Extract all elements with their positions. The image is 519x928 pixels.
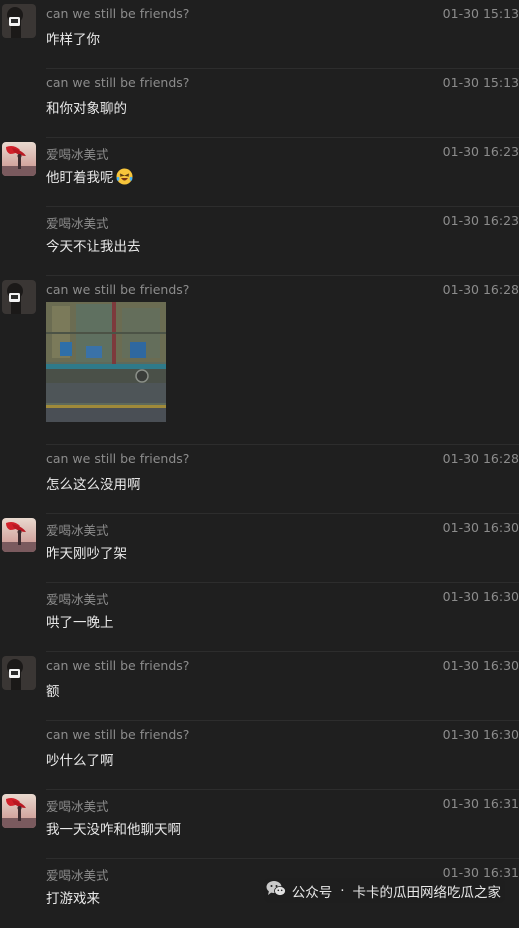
message-item: can we still be friends? 01-30 16:28 怎么这…	[0, 445, 519, 514]
message-item: 爱喝冰美式 01-30 16:23 他盯着我呢	[0, 138, 519, 207]
message-time: 01-30 16:30	[442, 589, 519, 604]
sender-name: 爱喝冰美式	[46, 592, 109, 607]
message-text[interactable]: 咋样了你	[46, 28, 100, 48]
message-item: can we still be friends? 01-30 16:30 额	[0, 652, 519, 721]
message-time: 01-30 16:28	[442, 451, 519, 466]
message-text[interactable]: 额	[46, 680, 60, 700]
sender-name: 爱喝冰美式	[46, 216, 109, 231]
message-item: 爱喝冰美式 01-30 16:23 今天不让我出去	[0, 207, 519, 276]
message-text[interactable]: 打游戏来	[46, 887, 100, 907]
avatar[interactable]	[2, 656, 36, 690]
message-time: 01-30 16:28	[442, 282, 519, 297]
message-text-content: 吵什么了啊	[46, 753, 114, 769]
message-time: 01-30 16:31	[442, 796, 519, 811]
sender-name: can we still be friends?	[46, 451, 190, 466]
message-item: 爱喝冰美式 01-30 16:30 昨天刚吵了架	[0, 514, 519, 583]
message-text-content: 打游戏来	[46, 891, 100, 907]
sender-name: 爱喝冰美式	[46, 868, 109, 883]
sender-name: can we still be friends?	[46, 282, 190, 297]
message-text-content: 今天不让我出去	[46, 239, 141, 255]
message-item: 爱喝冰美式 01-30 16:30 哄了一晚上	[0, 583, 519, 652]
crying-laughing-emoji-icon	[116, 168, 133, 185]
sender-name: can we still be friends?	[46, 75, 190, 90]
message-text[interactable]: 怎么这么没用啊	[46, 473, 141, 493]
sender-name: can we still be friends?	[46, 727, 190, 742]
message-item: can we still be friends? 01-30 16:30 吵什么…	[0, 721, 519, 790]
message-time: 01-30 15:13	[442, 6, 519, 21]
message-text-content: 怎么这么没用啊	[46, 477, 141, 493]
sender-name: can we still be friends?	[46, 658, 190, 673]
message-text-content: 他盯着我呢	[46, 170, 114, 186]
sender-name: 爱喝冰美式	[46, 147, 109, 162]
watermark-separator: ·	[340, 882, 345, 899]
photo-thumbnail[interactable]	[46, 302, 166, 422]
message-time: 01-30 16:30	[442, 520, 519, 535]
wechat-icon	[266, 880, 286, 901]
message-item: can we still be friends? 01-30 15:13 咋样了…	[0, 0, 519, 69]
avatar[interactable]	[2, 280, 36, 314]
source-watermark: 公众号 · 卡卡的瓜田网络吃瓜之家	[263, 878, 505, 903]
message-text[interactable]: 吵什么了啊	[46, 749, 114, 769]
message-text[interactable]: 我一天没咋和他聊天啊	[46, 818, 181, 838]
sender-name: 爱喝冰美式	[46, 799, 109, 814]
avatar[interactable]	[2, 4, 36, 38]
avatar[interactable]	[2, 794, 36, 828]
avatar[interactable]	[2, 142, 36, 176]
message-text[interactable]: 和你对象聊的	[46, 97, 127, 117]
message-text-content: 和你对象聊的	[46, 101, 127, 117]
watermark-source: 公众号	[291, 884, 333, 901]
message-item: can we still be friends? 01-30 16:28	[0, 276, 519, 445]
message-time: 01-30 16:23	[442, 213, 519, 228]
message-time: 01-30 15:13	[442, 75, 519, 90]
watermark-account-name: 卡卡的瓜田网络吃瓜之家	[352, 884, 502, 901]
message-text-content: 额	[46, 684, 60, 700]
message-text[interactable]: 今天不让我出去	[46, 235, 141, 255]
sender-name: 爱喝冰美式	[46, 523, 109, 538]
chat-history: can we still be friends? 01-30 15:13 咋样了…	[0, 0, 519, 928]
message-text[interactable]: 昨天刚吵了架	[46, 542, 127, 562]
sender-name: can we still be friends?	[46, 6, 190, 21]
message-time: 01-30 16:23	[442, 144, 519, 159]
message-text-content: 昨天刚吵了架	[46, 546, 127, 562]
avatar[interactable]	[2, 518, 36, 552]
message-time: 01-30 16:30	[442, 658, 519, 673]
message-time: 01-30 16:30	[442, 727, 519, 742]
message-text-content: 咋样了你	[46, 32, 100, 48]
message-item: can we still be friends? 01-30 15:13 和你对…	[0, 69, 519, 138]
message-text-content: 哄了一晚上	[46, 615, 114, 631]
message-item: 爱喝冰美式 01-30 16:31 我一天没咋和他聊天啊	[0, 790, 519, 859]
message-text[interactable]: 哄了一晚上	[46, 611, 114, 631]
message-text[interactable]: 他盯着我呢	[46, 166, 133, 186]
message-text-content: 我一天没咋和他聊天啊	[46, 822, 181, 838]
